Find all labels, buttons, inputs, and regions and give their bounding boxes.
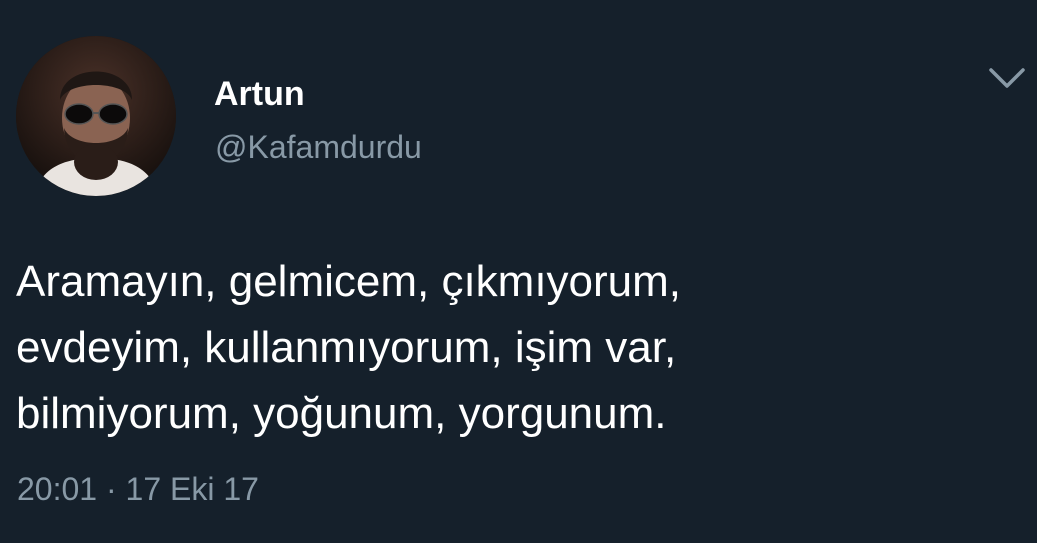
tweet-text-line: Aramayın, gelmicem, çıkmıyorum, [16, 257, 682, 306]
meta-separator: · [105, 471, 117, 507]
author-handle[interactable]: @Kafamdurdu [215, 128, 422, 166]
tweet-meta: 20:01 · 17 Eki 17 [17, 470, 259, 508]
tweet-time[interactable]: 20:01 [17, 471, 97, 507]
avatar-image [16, 36, 176, 196]
author-name[interactable]: Artun [214, 74, 305, 114]
avatar[interactable] [16, 36, 176, 196]
chevron-down-icon[interactable] [985, 62, 1029, 96]
tweet-text-line: bilmiyorum, yoğunum, yorgunum. [16, 389, 667, 438]
tweet-text-line: evdeyim, kullanmıyorum, işim var, [16, 323, 677, 372]
tweet-date[interactable]: 17 Eki 17 [126, 471, 259, 507]
tweet-text: Aramayın, gelmicem, çıkmıyorum, evdeyim,… [16, 249, 1016, 447]
